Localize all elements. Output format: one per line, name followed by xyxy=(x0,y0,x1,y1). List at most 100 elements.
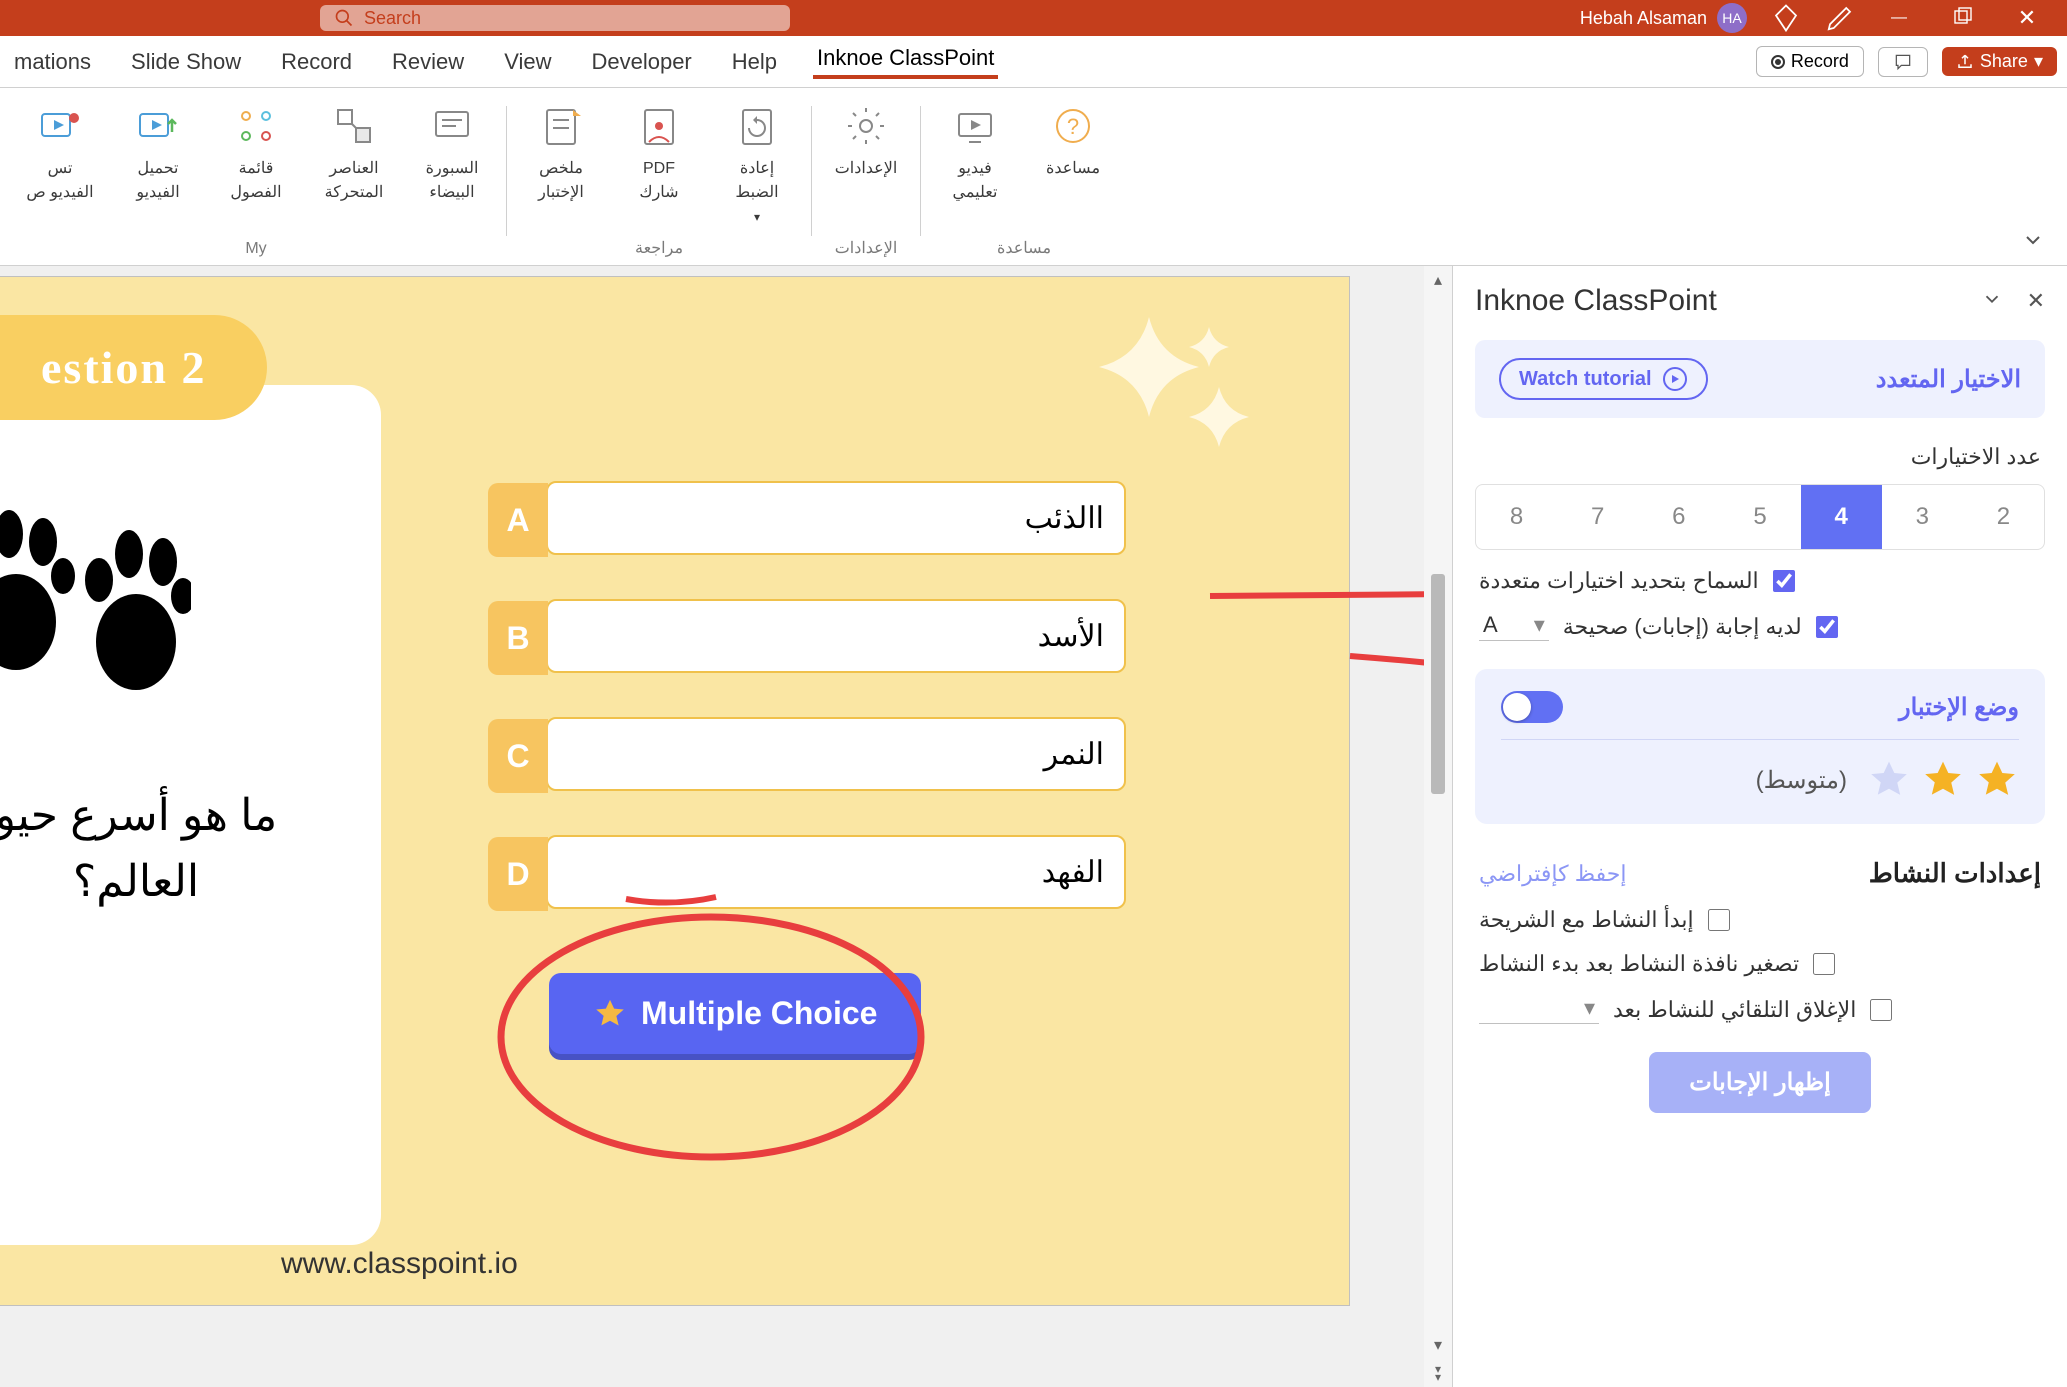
allow-multiple-checkbox[interactable]: السماح بتحديد اختيارات متعددة xyxy=(1479,568,2041,594)
tab-view[interactable]: View xyxy=(500,49,555,75)
scroll-up-icon[interactable]: ▴ xyxy=(1424,266,1452,294)
choice-2[interactable]: 2 xyxy=(1963,485,2044,549)
share-button[interactable]: Share ▾ xyxy=(1942,47,2057,76)
footer-url: www.classpoint.io xyxy=(281,1247,518,1281)
checkbox-icon[interactable] xyxy=(1708,909,1730,931)
choice-3[interactable]: 3 xyxy=(1882,485,1963,549)
panel-close-icon[interactable]: ✕ xyxy=(2027,288,2045,314)
ribbon-help[interactable]: ? مساعدة xyxy=(1033,98,1113,234)
group-label-my: My xyxy=(245,240,266,258)
chevron-down-icon[interactable] xyxy=(1981,288,2003,310)
start-with-slide-checkbox[interactable]: إبدأ النشاط مع الشريحة xyxy=(1479,907,2041,933)
question-text[interactable]: ما هو أسرع حيو العالم؟ xyxy=(0,783,311,915)
maximize-button[interactable] xyxy=(1943,7,1983,30)
tab-record[interactable]: Record xyxy=(277,49,356,75)
comment-icon xyxy=(1893,52,1913,72)
correct-answer-select[interactable]: ▾ A xyxy=(1479,612,1549,641)
star-icon xyxy=(593,997,627,1031)
answer-a[interactable]: A االذئب xyxy=(546,481,1126,555)
answer-label-b: B xyxy=(488,601,548,675)
answer-b[interactable]: B الأسد xyxy=(546,599,1126,673)
correct-answer-row: لديه إجابة (إجابات) صحيحة ▾ A xyxy=(1479,612,2041,641)
comments-button[interactable] xyxy=(1878,47,1928,77)
ribbon: تس الفيديو ص تحميل الفيديو قائمة الفصول … xyxy=(0,88,2067,266)
ribbon-tabs: mations Slide Show Record Review View De… xyxy=(0,36,2067,88)
choice-4[interactable]: 4 xyxy=(1801,485,1882,549)
scroll-down-double-icon[interactable]: ▾▾ xyxy=(1424,1359,1452,1387)
quiz-mode-card: وضع الإختبار (متوسط) xyxy=(1475,669,2045,824)
star-filled-icon[interactable] xyxy=(1975,758,2019,802)
difficulty-stars[interactable]: (متوسط) xyxy=(1501,740,2019,802)
ribbon-separator xyxy=(506,106,507,236)
checkbox-icon[interactable] xyxy=(1870,999,1892,1021)
autoclose-select[interactable]: ▾ xyxy=(1479,995,1599,1024)
paw-image xyxy=(0,482,191,702)
difficulty-label: (متوسط) xyxy=(1756,766,1847,795)
ribbon-video-rec[interactable]: تس الفيديو ص xyxy=(20,98,100,236)
ribbon-tutorial-video[interactable]: فيديو تعليمي xyxy=(935,98,1015,234)
ribbon-quiz-summary[interactable]: ملخص الإختبار xyxy=(521,98,601,234)
group-label-settings: الإعدادات xyxy=(835,238,898,258)
ribbon-draggable[interactable]: العناصر المتحركة xyxy=(314,98,394,236)
answer-label-c: C xyxy=(488,719,548,793)
tab-classpoint[interactable]: Inknoe ClassPoint xyxy=(813,45,998,79)
watch-tutorial-button[interactable]: Watch tutorial xyxy=(1499,358,1708,400)
star-empty-icon[interactable] xyxy=(1867,758,1911,802)
ribbon-video-upload[interactable]: تحميل الفيديو xyxy=(118,98,198,236)
tab-slideshow[interactable]: Slide Show xyxy=(127,49,245,75)
slide-canvas[interactable]: estion 2 xyxy=(0,276,1350,1306)
titlebar: Search Hebah Alsaman HA — ✕ xyxy=(0,0,2067,36)
multiple-choice-button[interactable]: Multiple Choice xyxy=(549,973,921,1054)
pdf-icon xyxy=(635,102,683,150)
quiz-mode-toggle[interactable] xyxy=(1501,691,1563,723)
ribbon-settings[interactable]: الإعدادات xyxy=(826,98,906,234)
record-button[interactable]: Record xyxy=(1756,46,1864,77)
pen-icon[interactable] xyxy=(1825,3,1855,33)
question-banner[interactable]: estion 2 xyxy=(0,315,267,420)
vertical-scrollbar[interactable]: ▴ ▾ ▾▾ xyxy=(1424,266,1452,1387)
choices-count-selector: 8 7 6 5 4 3 2 xyxy=(1475,484,2045,550)
close-button[interactable]: ✕ xyxy=(2007,5,2047,31)
scroll-thumb[interactable] xyxy=(1431,574,1445,794)
ribbon-share-pdf[interactable]: PDF شارك xyxy=(619,98,699,234)
slide-editor[interactable]: estion 2 xyxy=(0,266,1424,1387)
class-list-icon xyxy=(232,102,280,150)
save-default-link[interactable]: إحفظ كإفتراضي xyxy=(1479,861,1626,887)
ribbon-whiteboard[interactable]: السبورة البيضاء xyxy=(412,98,492,236)
quiz-summary-icon xyxy=(537,102,585,150)
ribbon-collapse[interactable] xyxy=(2013,220,2053,265)
ribbon-reset[interactable]: إعادة الضبط ▾ xyxy=(717,98,797,234)
answer-d[interactable]: D الفهد xyxy=(546,835,1126,909)
activity-settings-title: إعدادات النشاط xyxy=(1869,858,2041,889)
tab-developer[interactable]: Developer xyxy=(587,49,695,75)
ribbon-class-list[interactable]: قائمة الفصول xyxy=(216,98,296,236)
classpoint-panel: Inknoe ClassPoint ✕ Watch tutorial الاخت… xyxy=(1452,266,2067,1387)
diamond-icon[interactable] xyxy=(1771,3,1801,33)
show-answers-button[interactable]: إظهار الإجابات xyxy=(1649,1052,1871,1113)
minimize-after-start-checkbox[interactable]: تصغير نافذة النشاط بعد بدء النشاط xyxy=(1479,951,2041,977)
user-account[interactable]: Hebah Alsaman HA xyxy=(1580,3,1747,33)
scroll-down-icon[interactable]: ▾ xyxy=(1424,1331,1452,1359)
choice-6[interactable]: 6 xyxy=(1638,485,1719,549)
tab-animations[interactable]: mations xyxy=(10,49,95,75)
tutorial-icon xyxy=(951,102,999,150)
checkbox-icon[interactable] xyxy=(1813,953,1835,975)
star-filled-icon[interactable] xyxy=(1921,758,1965,802)
tab-help[interactable]: Help xyxy=(728,49,781,75)
chevron-down-icon: ▾ xyxy=(1584,995,1595,1021)
chevron-down-icon: ▾ xyxy=(1534,612,1545,638)
gear-icon xyxy=(842,102,890,150)
choice-8[interactable]: 8 xyxy=(1476,485,1557,549)
answer-c[interactable]: C النمر xyxy=(546,717,1126,791)
checkbox-icon[interactable] xyxy=(1816,616,1838,638)
search-input[interactable]: Search xyxy=(320,5,790,31)
workspace: estion 2 xyxy=(0,266,2067,1387)
panel-title: Inknoe ClassPoint xyxy=(1475,284,1717,318)
play-circle-icon xyxy=(1662,366,1688,392)
answer-label-d: D xyxy=(488,837,548,911)
tab-review[interactable]: Review xyxy=(388,49,468,75)
choice-7[interactable]: 7 xyxy=(1557,485,1638,549)
checkbox-icon[interactable] xyxy=(1773,570,1795,592)
minimize-button[interactable]: — xyxy=(1879,9,1919,27)
choice-5[interactable]: 5 xyxy=(1719,485,1800,549)
